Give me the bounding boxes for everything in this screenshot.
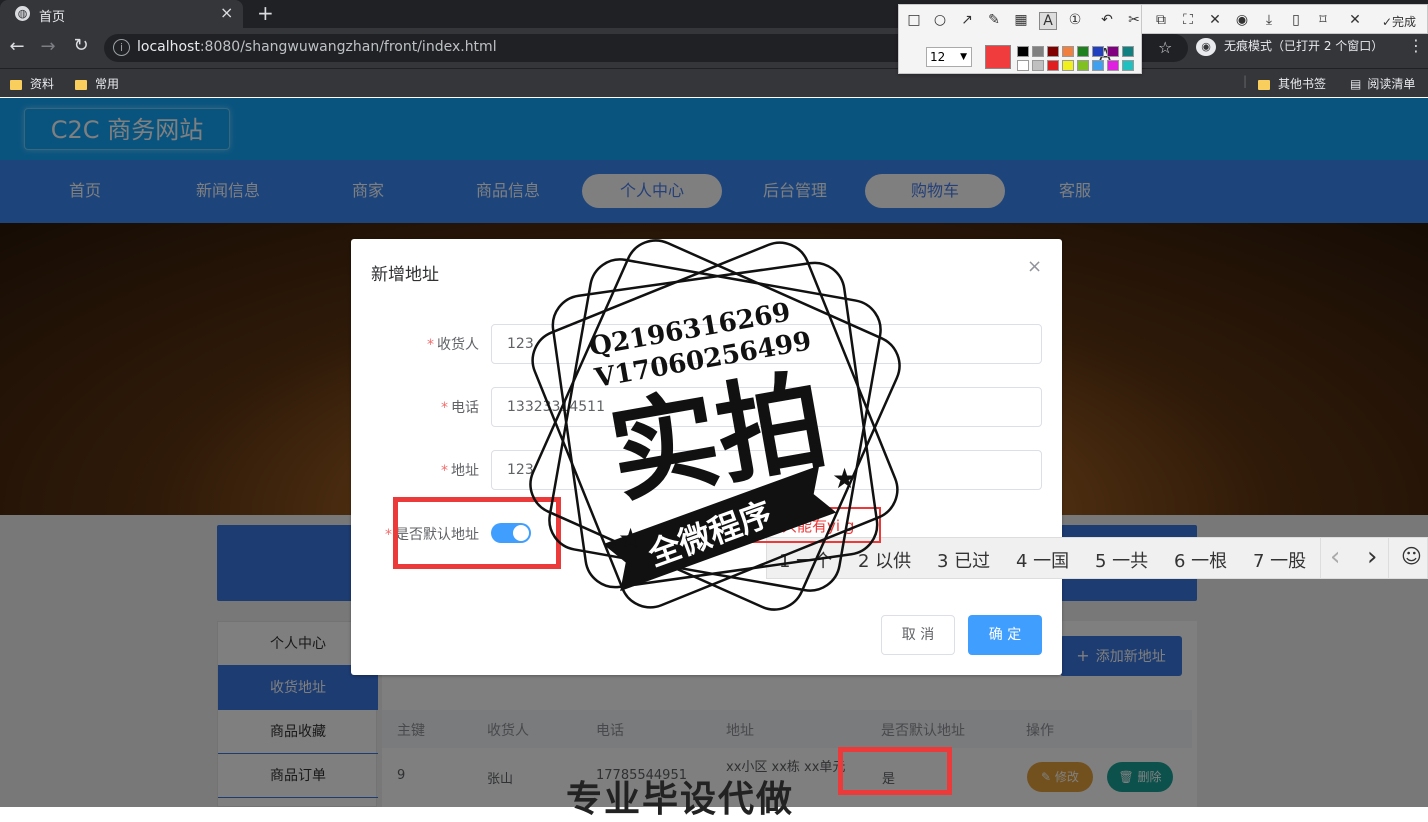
label-phone: * 电话 [441,400,479,416]
ellipse-tool-icon[interactable]: ○ [931,12,949,28]
folder-icon [1258,79,1270,90]
palette-swatch[interactable] [1092,60,1104,71]
palette-swatch[interactable] [1047,46,1059,57]
bookmark-star-icon[interactable]: ☆ [1158,38,1172,57]
ime-candidate[interactable]: 5 一共 [1095,547,1148,573]
palette-swatch[interactable] [1017,46,1029,57]
ime-candidate[interactable]: 7 一股 [1253,547,1306,573]
palette-swatch[interactable] [1077,60,1089,71]
palette-swatch[interactable] [1017,60,1029,71]
cut-icon[interactable]: ✂ [1125,12,1143,28]
download-icon[interactable]: ⤓ [1260,12,1278,28]
palette-swatch[interactable] [1077,46,1089,57]
new-tab-button[interactable]: + [257,1,274,25]
annotation-box-default-cell [838,747,952,795]
watermark-stamp: Q2196316269 V17060256499 实拍 全微程序 ★ ★ [529,239,901,611]
bookmarks-bar: 资料 常用 | 其他书签 ▤ 阅读清单 [0,68,1428,97]
bookmark-folder-changyong[interactable]: 常用 [75,75,119,92]
screenshot-toolbar-actions: ↶ ✂ ⧉ ⛶ ✕ ◉ ⤓ ▯ ⌑ ✕ ✓完成 [1101,4,1428,34]
forward-icon[interactable]: → [37,36,59,57]
ime-prev-icon[interactable]: ‹ [1330,542,1340,572]
dialog-title: 新增地址 [371,265,439,285]
palette-swatch[interactable] [1062,60,1074,71]
number-tool-icon[interactable]: ① [1066,12,1084,28]
browser-tab[interactable]: ◍ 首页 × [0,0,243,28]
phone-icon[interactable]: ▯ [1287,12,1305,28]
pen-tool-icon[interactable]: ✎ [985,12,1003,28]
star-icon: ★ [618,522,643,555]
reading-list-icon: ▤ [1350,77,1362,91]
dialog-close-icon[interactable]: × [1027,256,1042,277]
bookmark-other[interactable]: 其他书签 [1258,75,1326,92]
selected-color-swatch[interactable] [985,45,1011,69]
watermark-bottom: 专业毕设代做 [566,779,795,820]
font-size-select[interactable]: 12 ▼ [926,47,972,67]
globe-icon: ◍ [15,6,30,21]
ime-divider [1388,538,1389,578]
ime-divider [1320,538,1321,578]
folder-icon [75,79,87,90]
star-icon: ★ [832,462,857,495]
palette-swatch[interactable] [1107,60,1119,71]
ime-candidate[interactable]: 4 一国 [1016,547,1069,573]
record-icon[interactable]: ◉ [1233,12,1251,28]
bookmark-folder-ziliao[interactable]: 资料 [10,75,54,92]
ime-candidate[interactable]: 6 一根 [1174,547,1227,573]
palette-swatch[interactable] [1032,46,1044,57]
close-icon[interactable]: ✕ [1346,12,1364,28]
site-info-icon[interactable]: i [113,39,130,56]
reading-list[interactable]: ▤ 阅读清单 [1350,75,1415,92]
ime-next-icon[interactable]: › [1367,542,1377,572]
cancel-button[interactable]: 取 消 [881,615,955,655]
mosaic-tool-icon[interactable]: ▦ [1012,12,1030,28]
text-tool-icon[interactable]: A [1039,12,1057,30]
reload-icon[interactable]: ↻ [70,35,92,56]
incognito-icon: ◉ [1196,37,1216,56]
tab-close-icon[interactable]: × [220,3,233,22]
folder-icon [10,79,22,90]
ime-candidate[interactable]: 3 已过 [937,547,990,573]
pin-icon[interactable]: ✕ [1206,12,1224,28]
back-icon[interactable]: ← [6,36,28,57]
done-button[interactable]: ✓完成 [1374,13,1424,30]
translate-icon[interactable]: ⧉ [1152,12,1170,28]
bookmarks-divider: | [1243,74,1248,88]
url-text: localhost:8080/shangwuwangzhan/front/ind… [137,39,497,55]
palette-swatch[interactable] [1107,46,1119,57]
browser-menu-icon[interactable]: ⋮ [1408,36,1424,55]
label-receiver: * 收货人 [427,337,479,353]
palette-swatch[interactable] [1032,60,1044,71]
incognito-indicator[interactable]: ◉ 无痕模式（已打开 2 个窗口） [1196,37,1383,56]
arrow-tool-icon[interactable]: ↗ [958,12,976,28]
undo-icon[interactable]: ↶ [1098,12,1116,28]
tab-title: 首页 [39,10,66,25]
palette-swatch[interactable] [1092,46,1104,57]
palette-swatch[interactable] [1122,46,1134,57]
rectangle-tool-icon[interactable]: □ [905,12,923,28]
palette-swatch[interactable] [1122,60,1134,71]
palette-swatch[interactable] [1047,60,1059,71]
scan-icon[interactable]: ⛶ [1179,12,1197,28]
label-address: * 地址 [441,463,479,479]
confirm-button[interactable]: 确 定 [968,615,1042,655]
palette-swatch[interactable] [1062,46,1074,57]
emoji-icon[interactable]: ☺ [1401,544,1422,568]
bookmark-icon[interactable]: ⌑ [1314,12,1332,28]
